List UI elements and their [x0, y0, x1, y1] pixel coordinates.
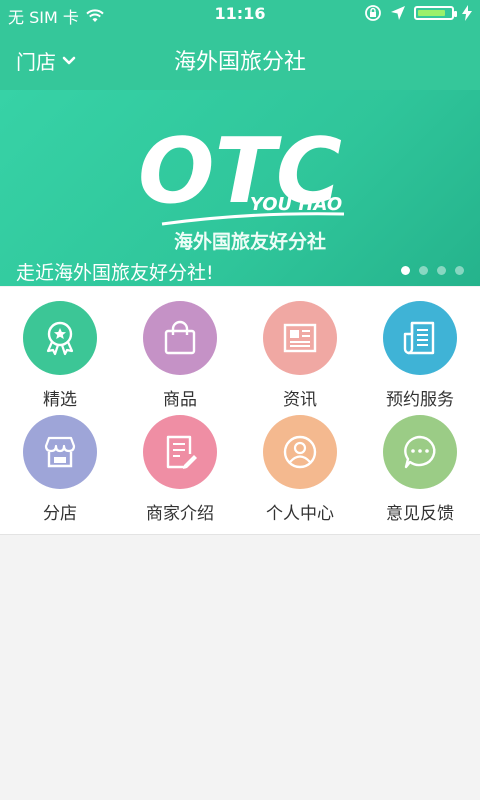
- menu-icon-circle: [263, 415, 337, 489]
- menu-item-booking[interactable]: 预约服务: [360, 301, 480, 415]
- menu-item-merchant-intro[interactable]: 商家介绍: [120, 415, 240, 529]
- chat-bubble-icon: [404, 435, 436, 469]
- menu-item-branches[interactable]: 分店: [0, 415, 120, 529]
- newspaper-icon: [283, 323, 317, 353]
- menu-item-label: 资讯: [283, 390, 317, 410]
- location-arrow-icon: [391, 6, 405, 20]
- menu-item-featured[interactable]: 精选: [0, 301, 120, 415]
- logo-sub-text: YOU HAO: [250, 194, 342, 215]
- charging-bolt-icon: [462, 5, 472, 21]
- menu-icon-circle: [383, 415, 457, 489]
- menu-icon-circle: [143, 415, 217, 489]
- banner-caption: 走近海外国旅友好分社!: [16, 262, 214, 284]
- content-area: [0, 536, 480, 800]
- menu-icon-circle: [143, 301, 217, 375]
- menu-item-label: 精选: [43, 390, 77, 410]
- menu-item-label: 分店: [43, 504, 77, 524]
- menu-item-label: 个人中心: [266, 504, 334, 524]
- menu-icon-circle: [23, 415, 97, 489]
- battery-fill: [418, 10, 446, 16]
- store-icon: [44, 436, 76, 468]
- menu-grid: 精选 商品 资讯 预约服务 分店 商家介绍 个人中心 意见反馈: [0, 287, 480, 535]
- menu-icon-circle: [383, 301, 457, 375]
- menu-item-news[interactable]: 资讯: [240, 301, 360, 415]
- status-bar: 无 SIM 卡 11:16: [0, 0, 480, 28]
- menu-item-profile[interactable]: 个人中心: [240, 415, 360, 529]
- menu-item-feedback[interactable]: 意见反馈: [360, 415, 480, 529]
- menu-icon-circle: [263, 301, 337, 375]
- nav-bar: 门店 海外国旅分社: [0, 28, 480, 90]
- carousel-dot[interactable]: [437, 266, 446, 275]
- shopping-bag-icon: [164, 320, 196, 355]
- menu-item-label: 商家介绍: [146, 504, 214, 524]
- document-icon: [403, 321, 435, 355]
- carousel-dot[interactable]: [401, 266, 410, 275]
- carousel-pager[interactable]: [401, 266, 464, 275]
- menu-item-label: 意见反馈: [386, 504, 454, 524]
- battery-icon: [414, 6, 457, 20]
- logo-name-text: 海外国旅友好分社: [174, 230, 326, 253]
- user-icon: [283, 435, 317, 469]
- menu-item-label: 商品: [163, 390, 197, 410]
- banner-carousel[interactable]: OTC YOU HAO 海外国旅友好分社 走近海外国旅友好分社!: [0, 90, 480, 286]
- otc-logo: OTC YOU HAO 海外国旅友好分社: [138, 119, 345, 253]
- edit-document-icon: [166, 435, 197, 469]
- award-icon: [46, 321, 74, 356]
- page-title: 海外国旅分社: [173, 50, 306, 75]
- carousel-dot[interactable]: [455, 266, 464, 275]
- menu-item-label: 预约服务: [386, 390, 454, 410]
- menu-icon-circle: [23, 301, 97, 375]
- rotation-lock-icon: [365, 5, 381, 21]
- menu-item-products[interactable]: 商品: [120, 301, 240, 415]
- carousel-dot[interactable]: [419, 266, 428, 275]
